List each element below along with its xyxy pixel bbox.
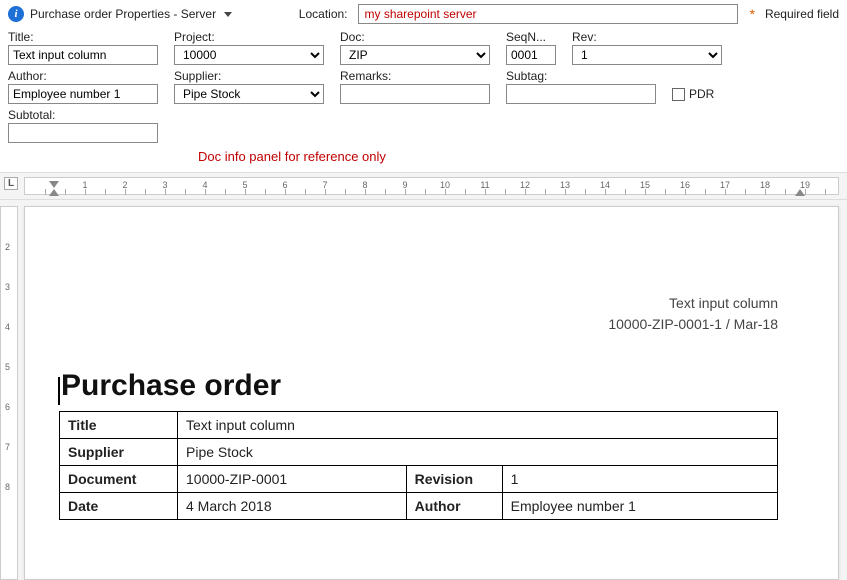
right-indent-icon[interactable] <box>795 189 805 196</box>
text-cursor <box>58 377 60 405</box>
location-input[interactable] <box>358 4 738 24</box>
location-label: Location: <box>299 7 348 21</box>
first-line-indent-icon[interactable] <box>49 181 59 188</box>
required-text: Required field <box>765 7 839 21</box>
panel-header: i Purchase order Properties - Server Loc… <box>8 4 839 24</box>
cell-revision-label: Revision <box>406 466 502 493</box>
vertical-ruler[interactable]: 2345678 <box>0 206 18 580</box>
pdr-label: PDR <box>689 87 714 101</box>
remarks-input[interactable] <box>340 84 490 104</box>
fields-row-3: Subtotal: <box>8 108 839 143</box>
cell-revision-value: 1 <box>502 466 777 493</box>
cell-document-label: Document <box>60 466 178 493</box>
supplier-label: Supplier: <box>174 69 324 83</box>
cell-date-value: 4 March 2018 <box>178 493 407 520</box>
panel-title: Purchase order Properties - Server <box>30 7 216 21</box>
rev-label: Rev: <box>572 30 722 44</box>
tab-stop-button[interactable]: L <box>4 177 18 190</box>
doc-meta-title: Text input column <box>608 293 778 314</box>
project-select[interactable]: 10000 <box>174 45 324 65</box>
table-row: Supplier Pipe Stock <box>60 439 778 466</box>
horizontal-ruler[interactable]: L 12345678910111213141516171819 <box>0 172 847 200</box>
cell-author-value: Employee number 1 <box>502 493 777 520</box>
table-row: Title Text input column <box>60 412 778 439</box>
seq-input[interactable] <box>506 45 556 65</box>
author-input[interactable] <box>8 84 158 104</box>
doc-label: Doc: <box>340 30 490 44</box>
subtotal-input[interactable] <box>8 123 158 143</box>
remarks-label: Remarks: <box>340 69 490 83</box>
fields-row-1: Title: Project: 10000 Doc: ZIP SeqN... R… <box>8 30 839 65</box>
document-area: 2345678 Text input column 10000-ZIP-0001… <box>0 200 847 580</box>
supplier-select[interactable]: Pipe Stock <box>174 84 324 104</box>
fields-row-2: Author: Supplier: Pipe Stock Remarks: Su… <box>8 69 839 104</box>
info-note: Doc info panel for reference only <box>198 149 839 164</box>
hanging-indent-icon[interactable] <box>49 189 59 196</box>
cell-title-label: Title <box>60 412 178 439</box>
info-icon: i <box>8 6 24 22</box>
doc-select[interactable]: ZIP <box>340 45 490 65</box>
seq-label: SeqN... <box>506 30 556 44</box>
subtag-label: Subtag: <box>506 69 656 83</box>
required-star-icon: * <box>750 6 755 22</box>
table-row: Document 10000-ZIP-0001 Revision 1 <box>60 466 778 493</box>
doc-meta: Text input column 10000-ZIP-0001-1 / Mar… <box>608 293 778 335</box>
subtag-input[interactable] <box>506 84 656 104</box>
title-input[interactable] <box>8 45 158 65</box>
doc-heading: Purchase order <box>61 369 778 403</box>
cell-title-value: Text input column <box>178 412 778 439</box>
document-page: Text input column 10000-ZIP-0001-1 / Mar… <box>24 206 839 580</box>
cell-date-label: Date <box>60 493 178 520</box>
cell-author-label: Author <box>406 493 502 520</box>
pdr-checkbox[interactable] <box>672 88 685 101</box>
author-label: Author: <box>8 69 158 83</box>
project-label: Project: <box>174 30 324 44</box>
cell-supplier-label: Supplier <box>60 439 178 466</box>
subtotal-label: Subtotal: <box>8 108 158 122</box>
rev-select[interactable]: 1 <box>572 45 722 65</box>
cell-supplier-value: Pipe Stock <box>178 439 778 466</box>
chevron-down-icon[interactable] <box>224 12 232 17</box>
cell-document-value: 10000-ZIP-0001 <box>178 466 407 493</box>
table-row: Date 4 March 2018 Author Employee number… <box>60 493 778 520</box>
pdr-field: PDR <box>672 84 714 104</box>
doc-meta-number: 10000-ZIP-0001-1 / Mar-18 <box>608 314 778 335</box>
doc-table: Title Text input column Supplier Pipe St… <box>59 411 778 520</box>
title-label: Title: <box>8 30 158 44</box>
properties-panel: i Purchase order Properties - Server Loc… <box>0 0 847 172</box>
